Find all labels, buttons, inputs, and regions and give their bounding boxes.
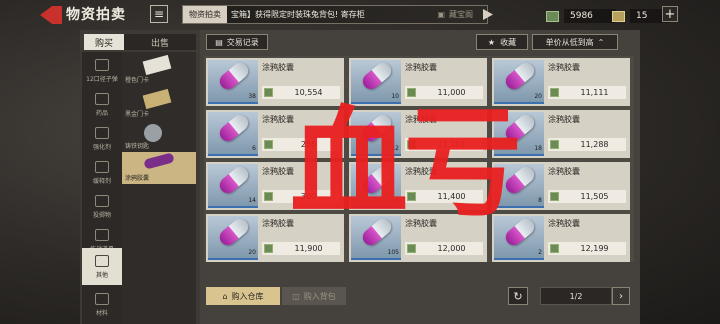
- coin-icon: [264, 244, 273, 253]
- medkit-icon: [95, 92, 109, 105]
- capsule-icon: [216, 215, 252, 249]
- star-icon: ★: [487, 37, 496, 47]
- capsule-icon: [216, 163, 252, 197]
- subcategory-iron-key[interactable]: 铸铁钥匙: [122, 120, 196, 152]
- gear-icon: [95, 292, 109, 305]
- trade-log-button[interactable]: ▤ 交易记录: [206, 34, 268, 50]
- warehouse-icon: ⌂: [222, 291, 228, 301]
- item-qty: 20: [534, 93, 542, 100]
- notice-banner[interactable]: 物资拍卖 宝箱】获得限定时装珠兔背包! 寄存柜 ▣ 藏宝阁: [182, 5, 493, 24]
- subcategory-blackgold-card[interactable]: 黑金门卡: [122, 88, 196, 120]
- item-qty: 8: [538, 197, 542, 204]
- sort-button[interactable]: 单价从低到高 ⌃: [532, 34, 618, 50]
- item-price: 11,288: [580, 140, 609, 149]
- capsule-icon: [143, 152, 175, 170]
- item-price: 12,000: [437, 244, 466, 253]
- item-name: 涂鸦胶囊: [548, 167, 580, 176]
- flask-icon: [95, 160, 109, 173]
- capsule-icon: [502, 59, 538, 93]
- refresh-icon[interactable]: ↻: [508, 287, 528, 305]
- capsule-icon: [216, 111, 252, 145]
- grenade-icon: [95, 194, 109, 207]
- item-name: 涂鸦胶囊: [548, 219, 580, 228]
- coin-icon: [550, 88, 559, 97]
- coin-icon: [264, 192, 273, 201]
- buy-to-warehouse-button[interactable]: ⌂ 购入仓库: [206, 287, 280, 305]
- item-price: 12,199: [580, 244, 609, 253]
- document-icon: ▤: [215, 37, 223, 47]
- notice-right-label: 藏宝阁: [449, 10, 473, 19]
- item-qty: 105: [387, 249, 399, 256]
- category-ammo[interactable]: 12口径子弹: [82, 52, 122, 89]
- item-qty: 18: [534, 145, 542, 152]
- item-name: 涂鸦胶囊: [262, 63, 294, 72]
- item-name: 涂鸦胶囊: [548, 63, 580, 72]
- category-list: 12口径子弹 药品 强化剂 缓释剂 投掷物 作战道具 其他 材料: [82, 52, 122, 324]
- notice-arrow-icon: [483, 9, 493, 20]
- category-throwable[interactable]: 投掷物: [82, 188, 122, 225]
- coin-icon: [264, 88, 273, 97]
- item-price: 11,900: [294, 244, 323, 253]
- backpack-icon: ◫: [292, 291, 300, 301]
- overlay-watermark: 血亏: [290, 94, 522, 232]
- tab-buy[interactable]: 购买: [84, 34, 124, 50]
- treasure-icon: ▣: [437, 10, 445, 19]
- item-price: 11,111: [580, 88, 609, 97]
- category-other[interactable]: 其他: [82, 248, 122, 285]
- page-title: 物资拍卖: [66, 7, 126, 23]
- ammo-icon: [95, 58, 109, 71]
- menu-icon[interactable]: ≡: [150, 5, 168, 23]
- category-booster[interactable]: 强化剂: [82, 120, 122, 157]
- back-button[interactable]: [40, 6, 62, 24]
- keycard-icon: [142, 54, 172, 76]
- currency-coin: 5986: [546, 9, 616, 23]
- category-material[interactable]: 材料: [82, 286, 122, 323]
- coin-icon: [550, 244, 559, 253]
- coin-icon: [264, 140, 273, 149]
- category-medicine[interactable]: 药品: [82, 86, 122, 123]
- category-slow-release[interactable]: 缓释剂: [82, 154, 122, 191]
- next-page-button[interactable]: ›: [612, 287, 630, 305]
- page-indicator: 1/2: [540, 287, 612, 305]
- coin-icon: [407, 244, 416, 253]
- item-qty: 2: [538, 249, 542, 256]
- subcategory-graffiti-capsule[interactable]: 涂鸦胶囊: [122, 152, 196, 184]
- item-price: 11,505: [580, 192, 609, 201]
- item-name: 涂鸦胶囊: [548, 115, 580, 124]
- booster-icon: [95, 126, 109, 139]
- gem-icon: [612, 10, 625, 22]
- favorite-button[interactable]: ★ 收藏: [476, 34, 528, 50]
- chevron-up-icon: ⌃: [597, 37, 605, 47]
- keycard-icon: [142, 88, 172, 110]
- coin-icon: [550, 192, 559, 201]
- tab-sell[interactable]: 出售: [124, 34, 196, 50]
- capsule-icon: [359, 59, 395, 93]
- item-qty: 6: [252, 145, 256, 152]
- subcategory-list: 橙色门卡 黑金门卡 铸铁钥匙 涂鸦胶囊: [122, 52, 196, 324]
- item-name: 涂鸦胶囊: [405, 63, 437, 72]
- subcategory-orange-card[interactable]: 橙色门卡: [122, 54, 196, 86]
- coin-icon: [550, 140, 559, 149]
- capsule-icon: [216, 59, 252, 93]
- item-qty: 38: [248, 93, 256, 100]
- item-qty: 20: [248, 249, 256, 256]
- notice-text: 宝箱】获得限定时装珠兔背包! 寄存柜: [231, 10, 365, 19]
- coin-icon: [546, 10, 559, 22]
- box-icon: [95, 254, 109, 267]
- add-currency-button[interactable]: +: [662, 6, 678, 22]
- coin-amount: 5986: [564, 9, 616, 23]
- buy-to-backpack-button[interactable]: ◫ 购入背包: [282, 287, 346, 305]
- tool-icon: [95, 228, 109, 241]
- item-qty: 14: [248, 197, 256, 204]
- notice-tab: 物资拍卖: [183, 6, 227, 23]
